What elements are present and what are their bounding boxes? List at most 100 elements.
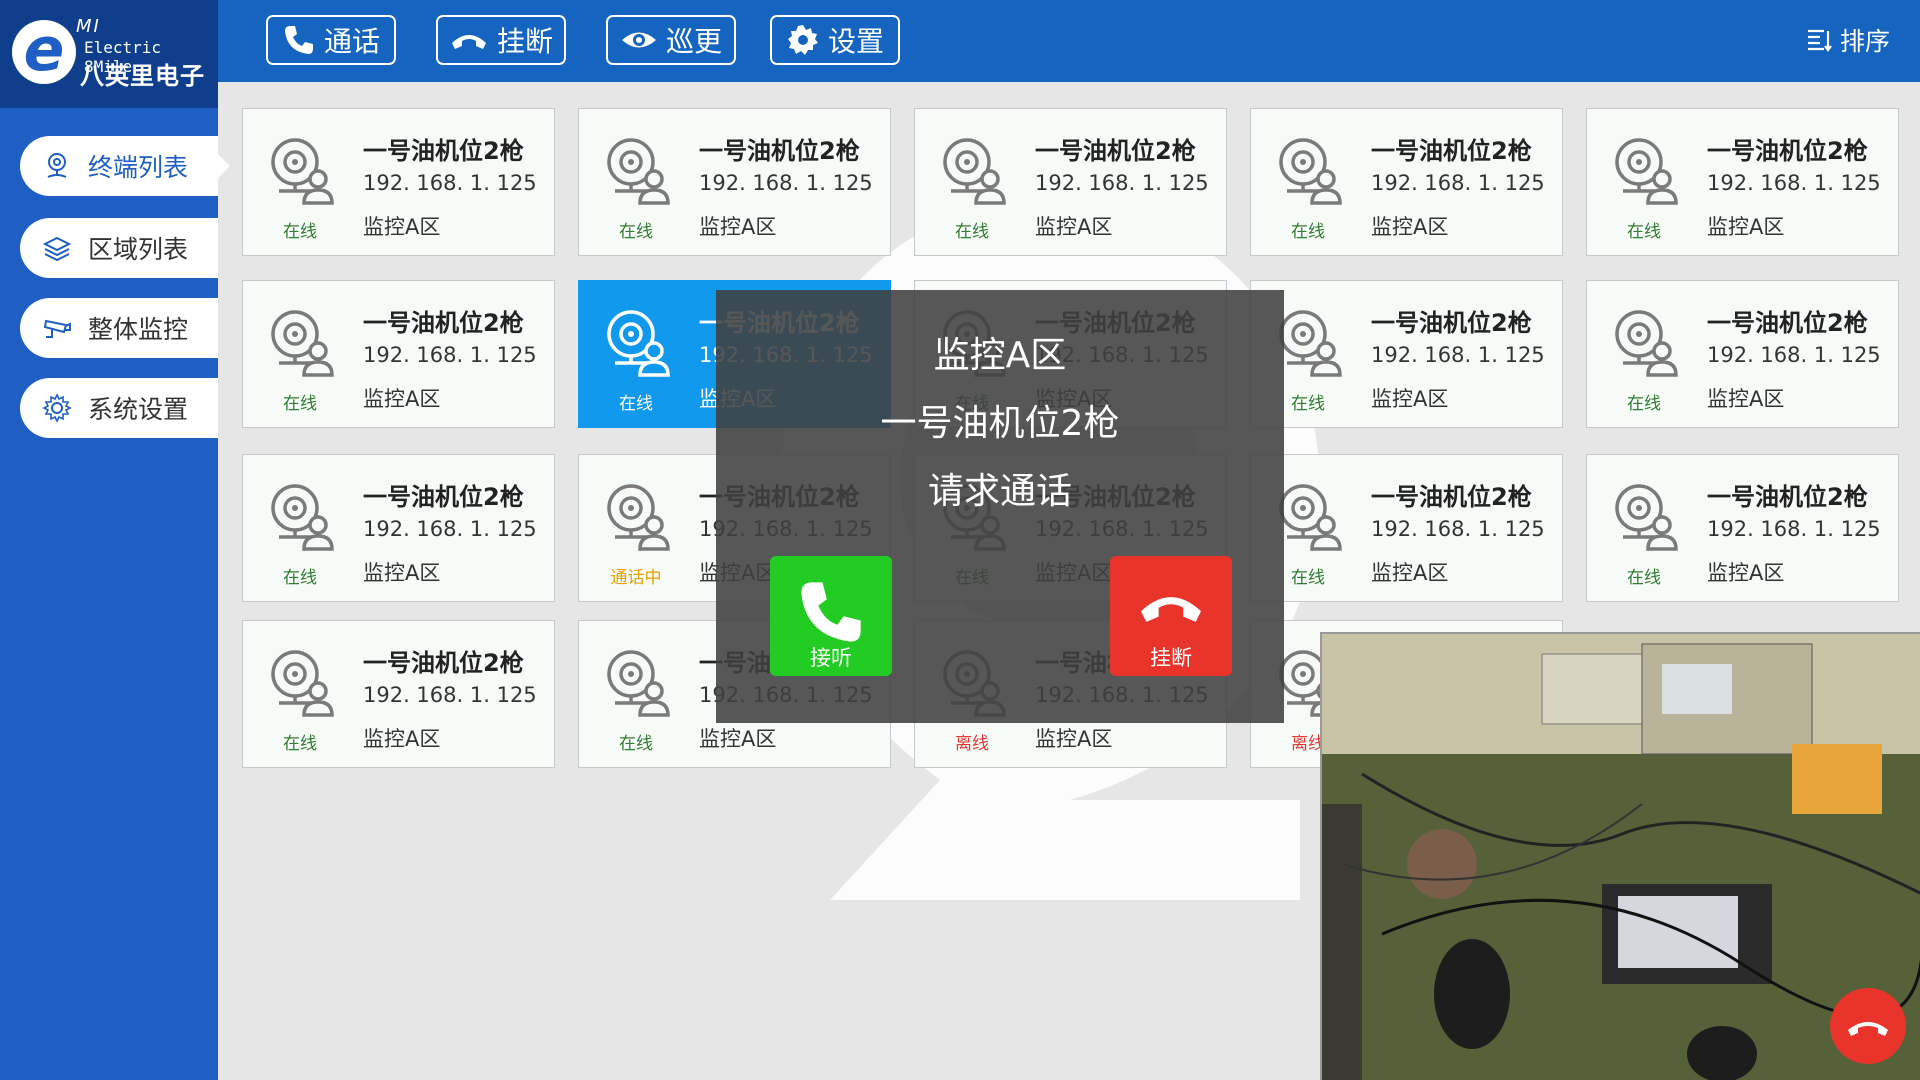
sidebar-item-overall-monitoring[interactable]: 整体监控 (20, 298, 218, 358)
top-toolbar: 通话 挂断 巡更 设置 排序 (218, 0, 1920, 82)
end-call-button[interactable] (1830, 988, 1906, 1064)
terminal-name: 一号油机位2枪 (1707, 309, 1868, 337)
terminal-ip: 192. 168. 1. 125 (1371, 171, 1545, 195)
webcam-user-icon (271, 650, 334, 717)
terminal-card[interactable]: 在线 一号油机位2枪 192. 168. 1. 125 监控A区 (1586, 280, 1899, 428)
terminal-name: 一号油机位2枪 (363, 309, 524, 337)
terminal-zone: 监控A区 (363, 561, 441, 585)
terminal-zone: 监控A区 (1371, 387, 1449, 411)
status-badge: 通话中 (610, 568, 662, 588)
status-badge: 在线 (1627, 222, 1661, 242)
terminal-name: 一号油机位2枪 (1707, 137, 1868, 165)
sidebar-item-area-list[interactable]: 区域列表 (20, 218, 218, 278)
terminal-card[interactable]: 在线 一号油机位2枪 192. 168. 1. 125 监控A区 (578, 108, 891, 256)
hangup-button-label: 挂断 (496, 25, 553, 58)
sidebar-item-label: 区域列表 (88, 235, 189, 264)
phone-icon (284, 26, 313, 54)
terminal-ip: 192. 168. 1. 125 (1707, 171, 1881, 195)
sort-button[interactable]: 排序 (1806, 22, 1890, 58)
terminal-ip: 192. 168. 1. 125 (1707, 517, 1881, 541)
caller-zone: 监控A区 (933, 335, 1067, 376)
terminal-ip: 192. 168. 1. 125 (363, 517, 537, 541)
call-button[interactable]: 通话 (266, 15, 396, 65)
terminal-zone: 监控A区 (1371, 561, 1449, 585)
terminal-ip: 192. 168. 1. 125 (1371, 517, 1545, 541)
sidebar-item-label: 整体监控 (88, 315, 189, 344)
sidebar-item-label: 系统设置 (88, 395, 189, 424)
terminal-zone: 监控A区 (1035, 215, 1113, 239)
webcam-user-icon (271, 484, 334, 551)
webcam-user-icon (271, 138, 334, 205)
decline-button[interactable]: 挂断 (1110, 556, 1232, 676)
terminal-ip: 192. 168. 1. 125 (363, 343, 537, 367)
terminal-card[interactable]: 在线 一号油机位2枪 192. 168. 1. 125 监控A区 (914, 108, 1227, 256)
terminal-card[interactable]: 在线 一号油机位2枪 192. 168. 1. 125 监控A区 (1250, 454, 1563, 602)
terminal-name: 一号油机位2枪 (1035, 137, 1196, 165)
webcam-user-icon (943, 138, 1006, 205)
terminal-zone: 监控A区 (699, 727, 777, 751)
logo-mark: e (12, 20, 76, 84)
status-badge: 在线 (283, 568, 317, 588)
terminal-card[interactable]: 在线 一号油机位2枪 192. 168. 1. 125 监控A区 (242, 620, 555, 768)
terminal-name: 一号油机位2枪 (363, 137, 524, 165)
logo-chinese-text: 八英里电子 (80, 62, 205, 90)
phone-icon (801, 582, 861, 642)
terminal-zone: 监控A区 (1707, 561, 1785, 585)
eye-icon (621, 32, 656, 48)
terminal-card[interactable]: 在线 一号油机位2枪 192. 168. 1. 125 监控A区 (1250, 108, 1563, 256)
terminal-card[interactable]: 在线 一号油机位2枪 192. 168. 1. 125 监控A区 (1586, 108, 1899, 256)
status-badge: 在线 (283, 734, 317, 754)
terminal-ip: 192. 168. 1. 125 (1707, 343, 1881, 367)
terminal-zone: 监控A区 (1371, 215, 1449, 239)
hangup-button[interactable]: 挂断 (436, 15, 566, 65)
status-badge: 在线 (955, 222, 989, 242)
terminal-name: 一号油机位2枪 (1371, 483, 1532, 511)
brand-logo: e MI Electric 8Mile 八英里电子 (0, 0, 218, 108)
gear-icon (787, 25, 818, 55)
webcam-user-icon (1615, 484, 1678, 551)
hangup-icon (451, 35, 486, 49)
webcam-user-icon (1615, 310, 1678, 377)
status-badge: 在线 (1627, 394, 1661, 414)
terminal-card[interactable]: 在线 一号油机位2枪 192. 168. 1. 125 监控A区 (242, 108, 555, 256)
status-badge: 离线 (955, 734, 989, 754)
location-pin-icon (47, 153, 67, 178)
webcam-user-icon (1615, 138, 1678, 205)
terminal-ip: 192. 168. 1. 125 (699, 171, 873, 195)
status-badge: 在线 (619, 394, 653, 414)
hangup-icon (1848, 1022, 1888, 1036)
decline-label: 挂断 (1150, 646, 1192, 670)
terminal-card[interactable]: 在线 一号油机位2枪 192. 168. 1. 125 监控A区 (1586, 454, 1899, 602)
terminal-card[interactable]: 在线 一号油机位2枪 192. 168. 1. 125 监控A区 (242, 454, 555, 602)
call-button-label: 通话 (323, 25, 380, 58)
webcam-user-icon (607, 138, 670, 205)
terminal-card[interactable]: 在线 一号油机位2枪 192. 168. 1. 125 监控A区 (242, 280, 555, 428)
terminal-zone: 监控A区 (363, 215, 441, 239)
patrol-button[interactable]: 巡更 (606, 15, 736, 65)
logo-mi-text: MI (76, 16, 101, 37)
sidebar: e MI Electric 8Mile 八英里电子 终端列表 区域列表 整体监控 (0, 0, 230, 1080)
sidebar-item-label: 终端列表 (88, 153, 189, 182)
answer-button[interactable]: 接听 (770, 556, 892, 676)
status-badge: 在线 (283, 394, 317, 414)
status-badge: 在线 (1627, 568, 1661, 588)
terminal-name: 一号油机位2枪 (363, 483, 524, 511)
terminal-ip: 192. 168. 1. 125 (363, 683, 537, 707)
webcam-user-icon (607, 484, 670, 551)
status-badge: 在线 (619, 734, 653, 754)
webcam-user-icon (1279, 138, 1342, 205)
terminal-name: 一号油机位2枪 (1371, 309, 1532, 337)
terminal-name: 一号油机位2枪 (1707, 483, 1868, 511)
sidebar-item-terminal-list[interactable]: 终端列表 (20, 136, 230, 196)
terminal-zone: 监控A区 (363, 727, 441, 751)
terminal-zone: 监控A区 (1707, 387, 1785, 411)
call-request-dialog: 监控A区 一号油机位2枪 请求通话 接听 挂断 (716, 290, 1284, 723)
sidebar-item-system-settings[interactable]: 系统设置 (20, 378, 218, 438)
status-badge: 在线 (619, 222, 653, 242)
settings-button[interactable]: 设置 (770, 15, 900, 65)
hangup-icon (1141, 597, 1201, 622)
terminal-card[interactable]: 在线 一号油机位2枪 192. 168. 1. 125 监控A区 (1250, 280, 1563, 428)
terminal-ip: 192. 168. 1. 125 (1035, 171, 1209, 195)
terminal-zone: 监控A区 (1707, 215, 1785, 239)
terminal-name: 一号油机位2枪 (699, 137, 860, 165)
